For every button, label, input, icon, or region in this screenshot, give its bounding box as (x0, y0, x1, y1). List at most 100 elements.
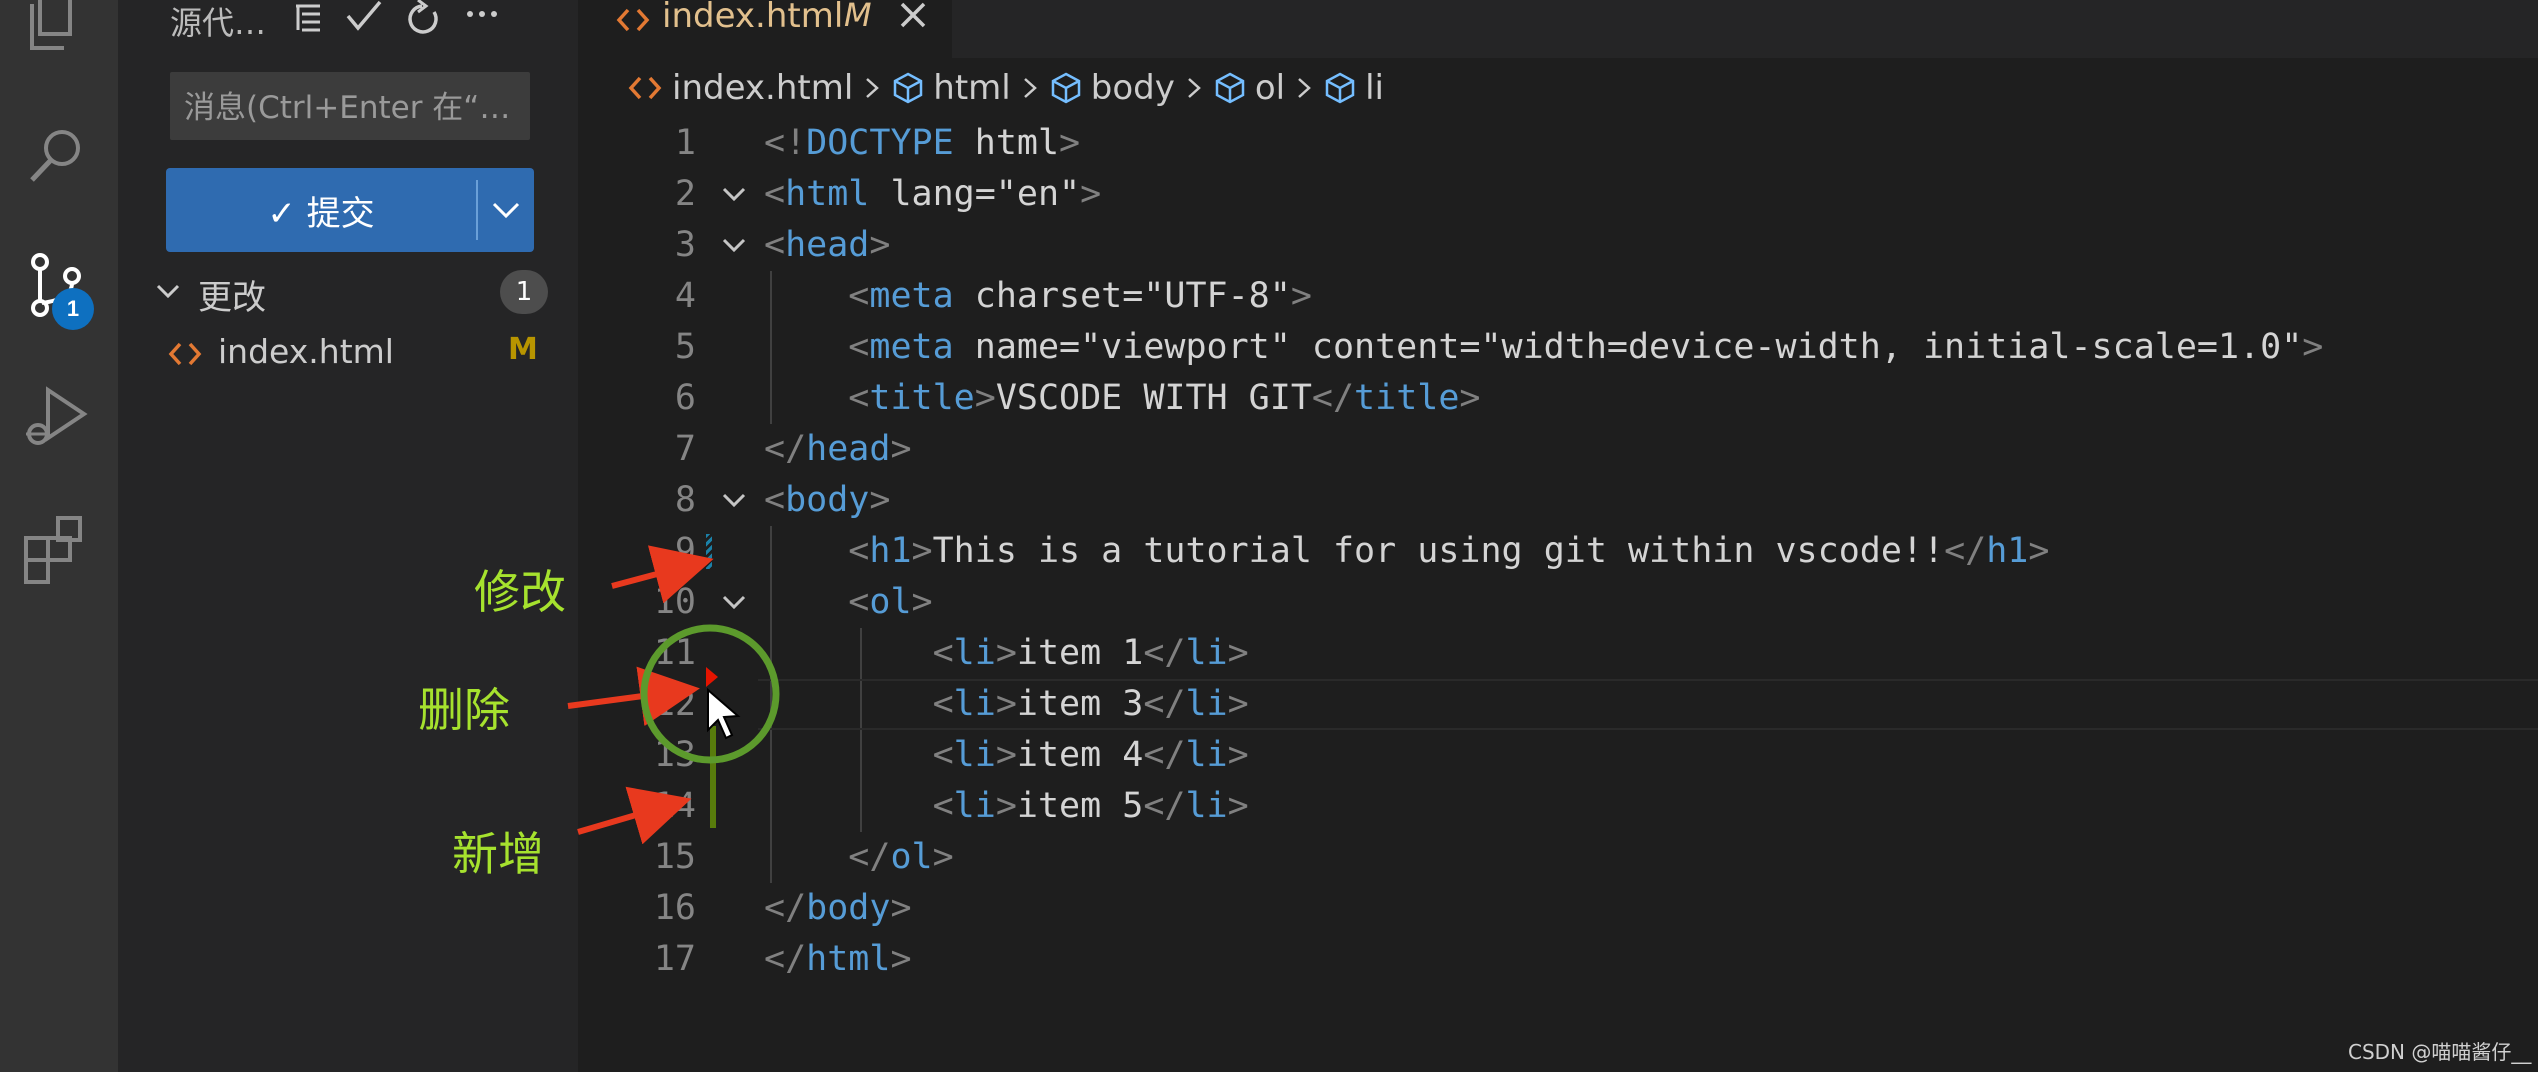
code-line[interactable]: 13 <li>item 4</li> (578, 730, 2538, 781)
code-text: <h1>This is a tutorial for using git wit… (848, 531, 2050, 571)
sidebar-title: 源代… (170, 4, 267, 42)
line-number: 14 (653, 786, 696, 826)
symbol-element-icon (894, 72, 923, 104)
code-line[interactable]: 14 <li>item 5</li> (578, 781, 2538, 832)
code-text: <!DOCTYPE html> (764, 123, 1081, 163)
symbol-element-icon (1325, 72, 1355, 104)
changed-file-item[interactable]: index.html M (168, 328, 568, 380)
changes-count-badge: 1 (500, 270, 548, 314)
extensions-icon[interactable] (18, 508, 98, 588)
line-number: 1 (674, 123, 696, 163)
code-text: <title>VSCODE WITH GIT</title> (848, 378, 1481, 418)
code-text: </body> (764, 888, 912, 928)
code-text: <li>item 4</li> (932, 735, 1249, 775)
line-number: 13 (653, 735, 696, 775)
breadcrumb-label: index.html (672, 68, 854, 108)
breadcrumb-label: body (1090, 68, 1175, 108)
source-control-sidebar: 源代… 消息(Ctrl+Enter 在“… ✓ 提交 更改 1 index.ht… (118, 0, 578, 1072)
annotation-added-label: 新增 (452, 827, 544, 881)
code-line[interactable]: 4 <meta charset="UTF-8"> (578, 271, 2538, 322)
code-line[interactable]: 7 </head> (578, 424, 2538, 475)
code-line[interactable]: 8 <body> (578, 475, 2538, 526)
line-number: 15 (653, 837, 696, 877)
code-line[interactable]: 10 <ol> (578, 577, 2538, 628)
tab-index-html[interactable]: index.html M (578, 0, 952, 58)
code-line[interactable]: 6 <title>VSCODE WITH GIT</title> (578, 373, 2538, 424)
view-as-tree-icon[interactable] (288, 0, 328, 36)
fold-chevron-icon[interactable] (716, 220, 752, 271)
line-number: 16 (653, 888, 696, 928)
code-line[interactable]: 3 <head> (578, 220, 2538, 271)
line-number: 3 (674, 225, 696, 265)
code-text: <ol> (848, 582, 933, 622)
search-icon[interactable] (18, 116, 98, 196)
git-modified-stripe[interactable] (706, 534, 712, 569)
code-line[interactable]: 1 <!DOCTYPE html> (578, 118, 2538, 169)
fold-chevron-icon[interactable] (716, 475, 752, 526)
code-line[interactable]: 17 </html> (578, 934, 2538, 985)
line-number: 9 (674, 531, 696, 571)
changes-group-header[interactable]: 更改 1 (154, 266, 564, 318)
commit-check-icon[interactable] (344, 0, 384, 36)
breadcrumb-ol[interactable]: ol (1213, 68, 1285, 108)
chevron-right-icon (1295, 75, 1313, 101)
breadcrumb-file[interactable]: index.html (628, 68, 853, 108)
chevron-right-icon (1021, 75, 1039, 101)
code-editor[interactable]: 1 <!DOCTYPE html> 2 <html lang="en"> 3 <head>… (578, 118, 2538, 1072)
code-text: </ol> (848, 837, 954, 877)
tab-modified-status: M (844, 0, 872, 34)
breadcrumb-label: html (933, 68, 1011, 108)
source-control-badge: 1 (52, 288, 94, 330)
fold-chevron-icon[interactable] (716, 169, 752, 220)
chevron-down-icon (492, 202, 520, 219)
git-deleted-marker[interactable] (706, 667, 718, 687)
line-number: 11 (653, 633, 696, 673)
line-number: 8 (674, 480, 696, 520)
breadcrumb-body[interactable]: body (1049, 68, 1175, 108)
chevron-down-icon (156, 284, 180, 299)
code-text: </head> (764, 429, 912, 469)
commit-button-label[interactable]: ✓ 提交 (166, 168, 476, 252)
code-line[interactable]: 2 <html lang="en"> (578, 169, 2538, 220)
breadcrumb-html[interactable]: html (891, 68, 1011, 108)
line-number: 5 (674, 327, 696, 367)
git-added-stripe[interactable] (710, 726, 716, 828)
code-line[interactable]: 11 <li>item 1</li> (578, 628, 2538, 679)
code-text: <meta charset="UTF-8"> (848, 276, 1312, 316)
annotation-deleted-label: 删除 (418, 683, 510, 737)
watermark: CSDN @喵喵酱仔__ (2348, 1040, 2532, 1064)
commit-button[interactable]: ✓ 提交 (166, 168, 534, 252)
line-number: 12 (653, 684, 696, 724)
explorer-icon[interactable] (18, 0, 98, 60)
symbol-element-icon (1215, 72, 1245, 104)
code-line[interactable]: 15 </ol> (578, 832, 2538, 883)
code-text: <head> (764, 225, 891, 265)
editor-tab-bar: index.html M (578, 0, 2538, 58)
changed-file-name: index.html (218, 332, 394, 371)
code-text: <li>item 1</li> (932, 633, 1249, 673)
html-file-icon (628, 76, 662, 100)
chevron-right-icon (863, 75, 881, 101)
commit-message-input[interactable]: 消息(Ctrl+Enter 在“… (170, 72, 530, 140)
more-actions-icon[interactable] (462, 0, 502, 36)
file-status-modified: M (508, 332, 538, 367)
code-text: <meta name="viewport" content="width=dev… (848, 327, 2324, 367)
code-line[interactable]: 12 <li>item 3</li> (578, 679, 2538, 730)
breadcrumb-li[interactable]: li (1323, 68, 1384, 108)
commit-dropdown-button[interactable] (478, 168, 534, 252)
breadcrumb-label: ol (1254, 68, 1286, 108)
line-number: 4 (674, 276, 696, 316)
code-text: <body> (764, 480, 891, 520)
symbol-element-icon (1051, 72, 1080, 104)
code-line[interactable]: 5 <meta name="viewport" content="width=d… (578, 322, 2538, 373)
fold-chevron-icon[interactable] (716, 577, 752, 628)
line-number: 6 (674, 378, 696, 418)
chevron-right-icon (1185, 75, 1203, 101)
close-icon[interactable] (896, 0, 930, 34)
code-text: <li>item 3</li> (932, 684, 1249, 724)
changes-label: 更改 (198, 278, 266, 318)
code-line[interactable]: 9 <h1>This is a tutorial for using git w… (578, 526, 2538, 577)
code-line[interactable]: 16 </body> (578, 883, 2538, 934)
refresh-icon[interactable] (404, 0, 444, 36)
run-debug-icon[interactable] (18, 378, 98, 458)
